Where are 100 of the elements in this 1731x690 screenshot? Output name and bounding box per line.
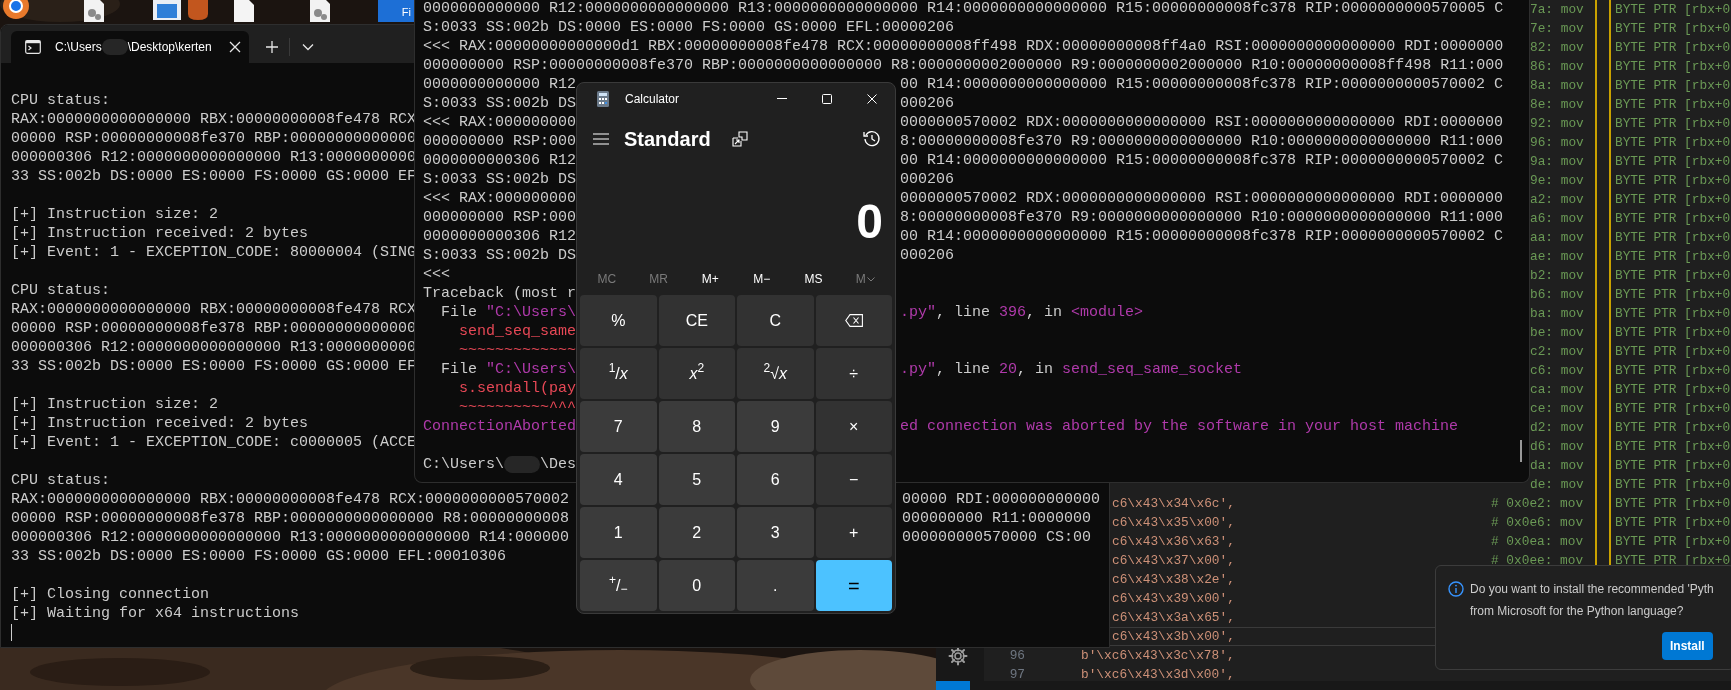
operator-button[interactable]: CE <box>658 295 735 346</box>
terminal-line: 33 SS:002b DS:0000 ES:0000 FS:0000 GS:0000 EF <box>11 167 417 186</box>
terminal-line: 33 SS:002b DS:0000 ES:0000 FS:0000 GS:0000 EFL:00010306 <box>11 547 507 566</box>
code-comment: BYTE PTR [rbx+0 <box>1615 210 1731 228</box>
desktop-shortcut[interactable]: Fi <box>378 0 414 22</box>
digit-button[interactable]: 4 <box>580 454 657 505</box>
settings-icon[interactable] <box>948 646 968 666</box>
terminal-icon <box>25 40 41 54</box>
digit-button[interactable]: 9 <box>737 401 814 452</box>
equals-button[interactable]: = <box>815 560 892 611</box>
code-comment: BYTE PTR [rbx+0 <box>1615 343 1731 361</box>
terminal-line: s.sendall(pay <box>458 380 577 397</box>
operator-button[interactable]: − <box>815 454 892 505</box>
code-comment: c2: mov <box>1530 344 1584 359</box>
digit-button[interactable]: 5 <box>658 454 735 505</box>
install-button[interactable]: Install <box>1662 632 1713 660</box>
code-comment: BYTE PTR [rbx+0 <box>1615 362 1731 380</box>
code-comment: BYTE PTR [rbx+0 <box>1615 495 1731 513</box>
code-comment: # 0x0e6: mov <box>1491 515 1584 530</box>
code-comment: b6: mov <box>1530 287 1584 302</box>
gear-file-icon[interactable] <box>308 0 332 22</box>
terminal-line: RAX:0000000000000000 RBX:00000000008fe478 RCX <box>11 300 417 319</box>
terminal-line: 00 R14:0000000000000000 R15:00000000008fc378 RIP:0000000000570002 C <box>900 227 1504 246</box>
operator-button[interactable]: + <box>815 507 892 558</box>
maximize-icon <box>821 94 832 104</box>
terminal-line: [+] Instruction received: 2 bytes <box>11 224 309 243</box>
digit-button[interactable]: 0 <box>658 560 735 611</box>
digit-button[interactable]: 2 <box>658 507 735 558</box>
blank-file-icon[interactable] <box>232 0 256 22</box>
terminal-line: 00 R14:0000000000000000 R15:00000000008fc378 RIP:0000000000570002 C <box>900 75 1504 94</box>
plus-icon[interactable] <box>265 40 279 54</box>
code-comment: ce: mov <box>1530 401 1584 416</box>
operator-button[interactable]: ÷ <box>815 348 892 399</box>
calculator-icon <box>597 91 609 107</box>
redaction-mark <box>101 39 128 55</box>
code-comment: 9e: mov <box>1530 173 1584 188</box>
digit-button[interactable]: 1 <box>580 507 657 558</box>
code-comment: BYTE PTR [rbx+0 <box>1615 476 1731 494</box>
terminal-line: [+] Closing connection <box>11 585 210 604</box>
operator-button[interactable]: x$^{2}$ <box>658 348 735 399</box>
digit-button[interactable]: 6 <box>737 454 814 505</box>
terminal-line: 8:00000000008fe370 R9:0000000000000000 R10:0000000000000000 R11:000 <box>900 132 1504 151</box>
digit-button[interactable]: 3 <box>737 507 814 558</box>
code-comment: 7e: mov <box>1530 21 1584 36</box>
history-icon[interactable] <box>863 130 881 148</box>
terminal-line: ed connection was aborted by the software in your host machine <box>900 417 1459 436</box>
operator-button[interactable]: × <box>815 401 892 452</box>
code-comment: BYTE PTR [rbx+0 <box>1615 381 1731 399</box>
operator-button[interactable]: C <box>737 295 814 346</box>
terminal-line: 000000000570000 CS:00 <box>902 528 1092 547</box>
code-comment: BYTE PTR [rbx+0 <box>1615 20 1731 38</box>
terminal-line: 0000000000000 R12 <box>423 76 577 93</box>
close-icon[interactable] <box>228 41 241 53</box>
digit-button[interactable]: . <box>737 560 814 611</box>
menu-icon <box>593 133 609 145</box>
terminal-line: <<< <box>423 266 450 283</box>
display-value: 0 <box>856 195 883 249</box>
terminal-line: ~~~~~~~~~~~~~ <box>458 342 577 359</box>
browser-icon[interactable] <box>2 0 30 22</box>
terminal-line: 00000 RSP:00000000008fe370 RBP:00000000000000 <box>11 129 417 148</box>
window-file-icon[interactable] <box>152 0 182 22</box>
backspace-icon <box>844 314 863 327</box>
code-comment: 96: mov <box>1530 135 1584 150</box>
operator-button[interactable]: $^{1}$/x <box>580 348 657 399</box>
memory-button[interactable]: MS <box>804 270 823 288</box>
chevron-down-icon <box>866 276 875 282</box>
code-comment: c6: mov <box>1530 363 1584 378</box>
terminal-tab[interactable]: C:\Users \Desktop\kerten <box>11 31 249 63</box>
code-comment: 9a: mov <box>1530 154 1584 169</box>
code-comment: 8a: mov <box>1530 78 1584 93</box>
code-line: b'\xc6\x43\x3c\x78', <box>1081 648 1235 663</box>
operator-button[interactable]: % <box>580 295 657 346</box>
chevron-down-icon[interactable] <box>302 43 314 51</box>
terminal-line: 0000000000000 R12:0000000000000000 R13:0000000000000000 R14:0000000000000000 R15:00000000008fc378 RIP:0000000000570005 C <box>423 0 1504 17</box>
memory-button[interactable]: M+ <box>701 270 719 288</box>
terminal-line: 000206 <box>900 170 954 189</box>
terminal-line: S:0033 SS:002b DS:0000 ES:0000 FS:0000 GS:0000 EFL:00000206 <box>423 19 955 36</box>
digit-button[interactable]: 7 <box>580 401 657 452</box>
terminal-line: 00000 RSP:00000000008fe378 RBP:00000000000000 <box>11 319 417 338</box>
terminal-line: [+] Instruction size: 2 <box>11 205 219 224</box>
code-comment: a6: mov <box>1530 211 1584 226</box>
code-line: b'\xc6\x43\x3d\x00', <box>1081 667 1235 682</box>
scrollbar-thumb[interactable] <box>1520 440 1522 462</box>
gear-file-icon[interactable] <box>82 0 106 22</box>
operator-button[interactable]: $^{2}$√x <box>737 348 814 399</box>
digit-button[interactable]: $^{+}$/$_{−}$ <box>580 560 657 611</box>
text-cursor <box>11 624 12 641</box>
keep-on-top-icon[interactable] <box>731 131 748 147</box>
app-icon[interactable] <box>186 0 210 20</box>
terminal-line: 000206 <box>900 246 954 265</box>
terminal-line: S:0033 SS:002b DS <box>423 171 577 188</box>
code-comment: BYTE PTR [rbx+0 <box>1615 39 1731 57</box>
terminal-line: <<< RAX:000000000 <box>423 190 577 207</box>
terminal-line: CPU status: <box>11 281 111 300</box>
code-comment: BYTE PTR [rbx+0 <box>1615 267 1731 285</box>
memory-button[interactable]: M− <box>753 270 771 288</box>
digit-button[interactable]: 8 <box>658 401 735 452</box>
terminal-line: 000000000 RSP:000 <box>423 209 577 226</box>
code-comment: 92: mov <box>1530 116 1584 131</box>
backspace-button[interactable] <box>815 295 892 346</box>
